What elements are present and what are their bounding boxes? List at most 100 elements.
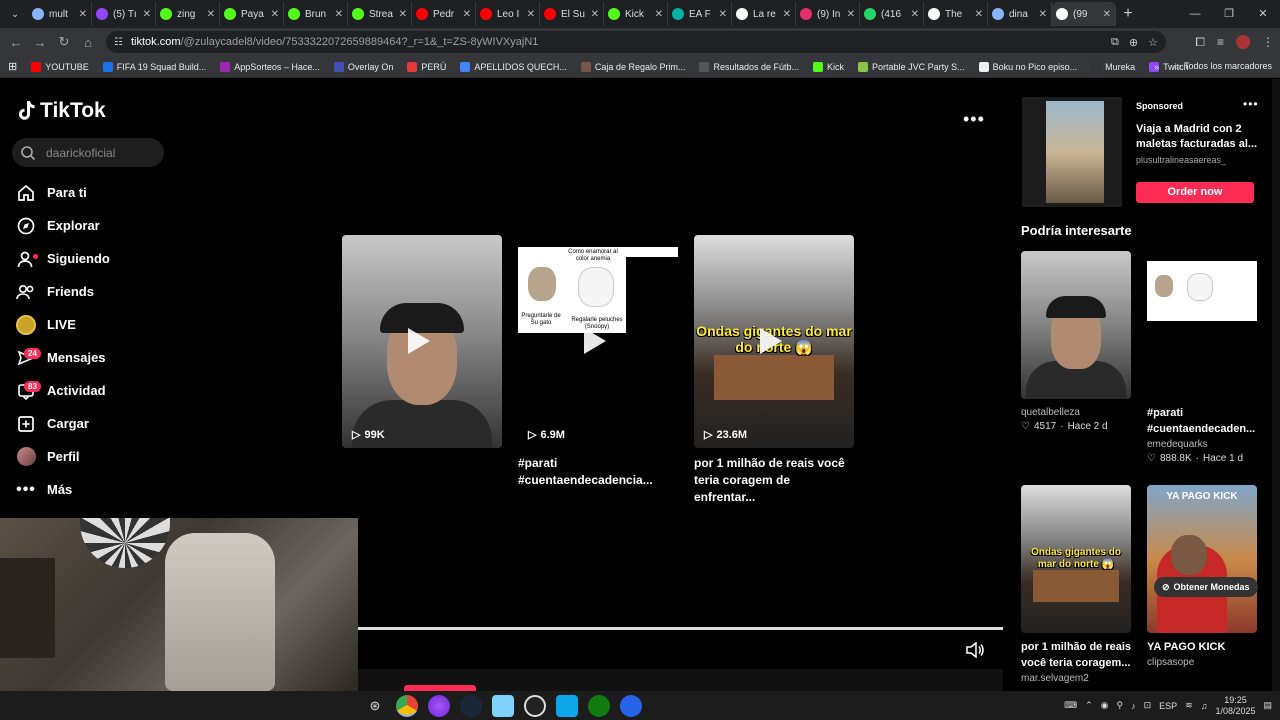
browser-tab[interactable]: mult ✕ — [28, 2, 92, 26]
browser-tab[interactable]: The ✕ — [924, 2, 988, 26]
site-info-icon[interactable]: ☷ — [114, 37, 123, 48]
nav-explorar[interactable]: Explorar — [16, 209, 176, 242]
browser-tab[interactable]: (9) In ✕ — [796, 2, 860, 26]
tab-close-icon[interactable]: ✕ — [911, 9, 919, 20]
video-card[interactable]: ▷ 99K — [342, 235, 502, 506]
bookmark-item[interactable]: YOUTUBE — [31, 61, 89, 72]
mic-icon[interactable]: ⚲ — [1116, 700, 1123, 711]
firefox-taskbar-icon[interactable] — [428, 694, 450, 717]
chrome-taskbar-icon[interactable] — [396, 694, 418, 717]
nav-para-ti[interactable]: Para ti — [16, 176, 176, 209]
steam-taskbar-icon[interactable] — [460, 694, 482, 717]
nav-mensajes[interactable]: 24 Mensajes — [16, 341, 176, 374]
close-window-button[interactable]: ✕ — [1246, 0, 1280, 28]
network-icon[interactable]: ⊡ — [1144, 700, 1152, 711]
new-tab-button[interactable]: + — [1116, 5, 1140, 23]
creator-name[interactable]: emedequarks — [1147, 439, 1259, 450]
tab-close-icon[interactable]: ✕ — [79, 9, 87, 20]
recommended-thumbnail[interactable]: YA PAGO KICK — [1147, 485, 1257, 633]
tab-close-icon[interactable]: ✕ — [1039, 9, 1047, 20]
recommended-thumbnail[interactable] — [1147, 251, 1257, 399]
tab-close-icon[interactable]: ✕ — [1103, 9, 1111, 20]
ad-image[interactable] — [1046, 101, 1104, 203]
video-title[interactable]: #parati #cuentaendecadencia... — [518, 455, 678, 489]
widgets-icon[interactable]: ⊛ — [364, 698, 386, 714]
obs-taskbar-icon[interactable] — [524, 694, 546, 717]
video-progress-bar[interactable] — [358, 627, 1003, 630]
recommended-video[interactable]: Ondas gigantes do mar do norte 😱 por 1 m… — [1021, 485, 1133, 684]
restore-button[interactable]: ❐ — [1212, 0, 1246, 28]
bookmark-item[interactable]: PERÚ — [407, 61, 446, 72]
browser-tab[interactable]: Kick ✕ — [604, 2, 668, 26]
tab-close-icon[interactable]: ✕ — [847, 9, 855, 20]
browser-tab[interactable]: (5) Tı ✕ — [92, 2, 156, 26]
bookmark-item[interactable]: FIFA 19 Squad Build... — [102, 61, 206, 72]
browser-tab[interactable]: dina ✕ — [988, 2, 1052, 26]
recommended-video[interactable]: #parati #cuentaendecaden... emedequarks … — [1147, 251, 1259, 464]
browser-tab[interactable]: Leo I ✕ — [476, 2, 540, 26]
minimize-button[interactable]: — — [1178, 0, 1212, 28]
nav-perfil[interactable]: Perfil — [16, 440, 176, 473]
bookmark-item[interactable]: Boku no Pico episo... — [978, 61, 1077, 72]
video-thumbnail[interactable]: Ondas gigantes do mar do norte 😱 ▷ 23.6M — [694, 235, 854, 448]
bookmark-item[interactable]: Portable JVC Party S... — [858, 61, 965, 72]
ad-more-icon[interactable]: ••• — [1243, 97, 1259, 111]
browser-tab[interactable]: (416 ✕ — [860, 2, 924, 26]
tab-close-icon[interactable]: ✕ — [207, 9, 215, 20]
browser-tab[interactable]: zing ✕ — [156, 2, 220, 26]
tab-close-icon[interactable]: ✕ — [143, 9, 151, 20]
browser-tab[interactable]: Pedr ✕ — [412, 2, 476, 26]
tab-close-icon[interactable]: ✕ — [527, 9, 535, 20]
nav-actividad[interactable]: 83 Actividad — [16, 374, 176, 407]
tab-search-button[interactable]: ⌄ — [2, 3, 28, 25]
clock[interactable]: 19:25 1/08/2025 — [1215, 695, 1255, 717]
tab-close-icon[interactable]: ✕ — [399, 9, 407, 20]
bookmark-item[interactable]: AppSorteos – Hace... — [220, 61, 320, 72]
browser-tab[interactable]: Brun ✕ — [284, 2, 348, 26]
edge-taskbar-icon[interactable] — [620, 694, 642, 717]
files-taskbar-icon[interactable] — [492, 694, 514, 717]
tab-close-icon[interactable]: ✕ — [463, 9, 471, 20]
tab-close-icon[interactable]: ✕ — [719, 9, 727, 20]
bookmark-item[interactable]: Overlay On — [333, 61, 393, 72]
notifications-icon[interactable]: ▤ — [1263, 700, 1272, 711]
language-indicator[interactable]: ESP — [1159, 701, 1177, 711]
recommended-thumbnail[interactable] — [1021, 251, 1131, 399]
bookmark-item[interactable]: Resultados de Fútb... — [699, 61, 799, 72]
creator-name[interactable]: quetalbelleza — [1021, 407, 1133, 418]
all-bookmarks-folder[interactable]: ▭ Todos los marcadores — [1173, 61, 1272, 72]
app-taskbar-icon[interactable] — [556, 694, 578, 717]
tab-close-icon[interactable]: ✕ — [335, 9, 343, 20]
chrome-menu-icon[interactable]: ⋮ — [1262, 35, 1274, 49]
browser-tab[interactable]: Paya ✕ — [220, 2, 284, 26]
browser-tab[interactable]: El Su ✕ — [540, 2, 604, 26]
tray-app-icon[interactable]: ◉ — [1101, 700, 1109, 711]
bookmark-star-icon[interactable]: ☆ — [1148, 36, 1158, 49]
video-thumbnail[interactable]: ▷ 99K — [342, 235, 502, 448]
zoom-icon[interactable]: ⊕ — [1129, 36, 1138, 49]
creator-name[interactable]: clipsasope — [1147, 657, 1259, 668]
order-now-button[interactable]: Order now — [1136, 182, 1254, 203]
bookmark-item[interactable]: Mureka — [1091, 61, 1135, 72]
volume-icon[interactable] — [966, 642, 984, 658]
browser-tab[interactable]: Strea ✕ — [348, 2, 412, 26]
nav-mas[interactable]: ••• Más — [16, 473, 176, 506]
home-button[interactable]: ⌂ — [76, 35, 100, 50]
get-coins-button[interactable]: ⊘ Obtener Monedas — [1154, 577, 1258, 597]
tab-close-icon[interactable]: ✕ — [591, 9, 599, 20]
extensions-icon[interactable]: ⧠ — [1195, 35, 1205, 50]
video-title[interactable]: por 1 milhão de reais você teria coragem… — [694, 455, 854, 506]
ad-title[interactable]: Viaja a Madrid con 2 maletas facturadas … — [1136, 122, 1261, 152]
nav-siguiendo[interactable]: Siguiendo — [16, 242, 176, 275]
tray-arrow-icon[interactable]: ⌃ — [1085, 700, 1093, 711]
speaker-icon[interactable]: ♪ — [1131, 701, 1136, 711]
tab-close-icon[interactable]: ✕ — [975, 9, 983, 20]
recommended-title[interactable]: por 1 milhão de reais você teria coragem… — [1021, 639, 1133, 671]
address-bar[interactable]: ☷ tiktok.com /@zulaycadel8/video/7533322… — [106, 31, 1166, 53]
video-thumbnail[interactable]: Como enamorar al color anemia Preguntarl… — [518, 235, 678, 448]
install-app-icon[interactable]: ⧉ — [1111, 36, 1119, 49]
tab-close-icon[interactable]: ✕ — [655, 9, 663, 20]
browser-tab[interactable]: La re ✕ — [732, 2, 796, 26]
keyboard-icon[interactable]: ⌨ — [1064, 700, 1077, 711]
recommended-title[interactable]: YA PAGO KICK — [1147, 639, 1259, 655]
